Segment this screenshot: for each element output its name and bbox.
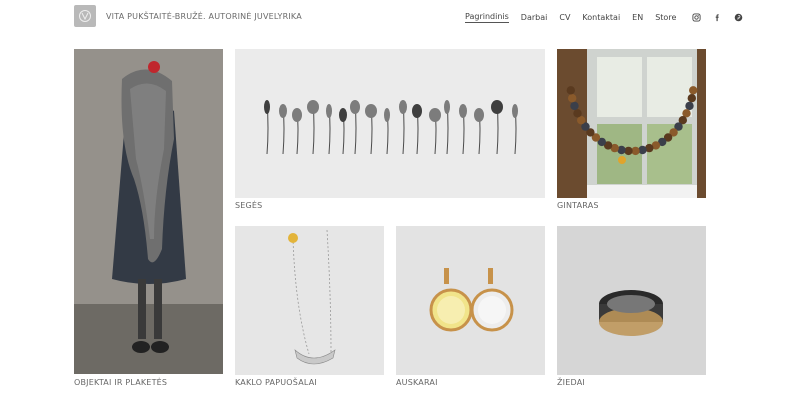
nav-item-darbai[interactable]: Darbai — [521, 12, 548, 23]
pinterest-icon[interactable] — [734, 13, 743, 22]
bead — [689, 86, 698, 95]
logo-mark-icon — [79, 10, 91, 22]
ziedai-photo — [557, 226, 706, 375]
site-header: VITA PUKŠTAITĖ-BRUŽĖ. AUTORINĖ JUVELYRIK… — [0, 0, 800, 34]
gallery-tile-ziedai[interactable] — [557, 226, 706, 375]
bead — [566, 86, 575, 95]
plant-head — [429, 108, 441, 122]
caption-objektai[interactable]: OBJEKTAI IR PLAKETĖS — [74, 378, 167, 387]
objektai-photo — [74, 49, 223, 374]
gintaras-photo — [557, 49, 706, 198]
plant-head — [444, 100, 450, 114]
main-nav: Pagrindinis Darbai CV Kontaktai EN Store — [465, 11, 751, 23]
plant-head — [512, 104, 518, 118]
nav-item-store[interactable]: Store — [655, 12, 676, 23]
plant-head — [459, 104, 467, 118]
caption-kaklo[interactable]: KAKLO PAPUOŠALAI — [235, 378, 317, 387]
plant-head — [264, 100, 270, 114]
caption-seges[interactable]: SEGĖS — [235, 201, 262, 210]
plant-head — [412, 104, 422, 118]
facebook-icon[interactable] — [713, 13, 722, 22]
site-logo[interactable] — [74, 5, 96, 27]
site-title[interactable]: VITA PUKŠTAITĖ-BRUŽĖ. AUTORINĖ JUVELYRIK… — [106, 12, 302, 21]
caption-gintaras[interactable]: GINTARAS — [557, 201, 599, 210]
gallery-tile-gintaras[interactable] — [557, 49, 706, 198]
plant-head — [292, 108, 302, 122]
plant-head — [399, 100, 407, 114]
nav-item-pagrindinis[interactable]: Pagrindinis — [465, 11, 509, 23]
auskarai-photo — [396, 226, 545, 375]
instagram-icon[interactable] — [692, 12, 701, 22]
plant-head — [326, 104, 332, 118]
seges-photo — [235, 49, 545, 198]
bead — [573, 109, 582, 118]
caption-ziedai[interactable]: ŽIEDAI — [557, 378, 585, 387]
nav-item-kontaktai[interactable]: Kontaktai — [582, 12, 620, 23]
plant-head — [365, 104, 377, 118]
bead — [685, 101, 694, 111]
kaklo-photo — [235, 226, 384, 375]
bead — [570, 101, 579, 111]
gallery-tile-seges[interactable] — [235, 49, 545, 198]
nav-item-cv[interactable]: CV — [559, 12, 570, 23]
gallery-tile-auskarai[interactable] — [396, 226, 545, 375]
plant-head — [474, 108, 484, 122]
plant-head — [279, 104, 287, 118]
bead — [687, 94, 696, 103]
plant-head — [339, 108, 347, 122]
plant-head — [491, 100, 503, 114]
plant-head — [384, 108, 390, 122]
plant-head — [307, 100, 319, 114]
gallery-tile-objektai[interactable] — [74, 49, 223, 374]
nav-item-en[interactable]: EN — [632, 12, 643, 23]
bead — [568, 94, 577, 103]
gallery-tile-kaklo[interactable] — [235, 226, 384, 375]
plant-head — [350, 100, 360, 114]
caption-auskarai[interactable]: AUSKARAI — [396, 378, 438, 387]
